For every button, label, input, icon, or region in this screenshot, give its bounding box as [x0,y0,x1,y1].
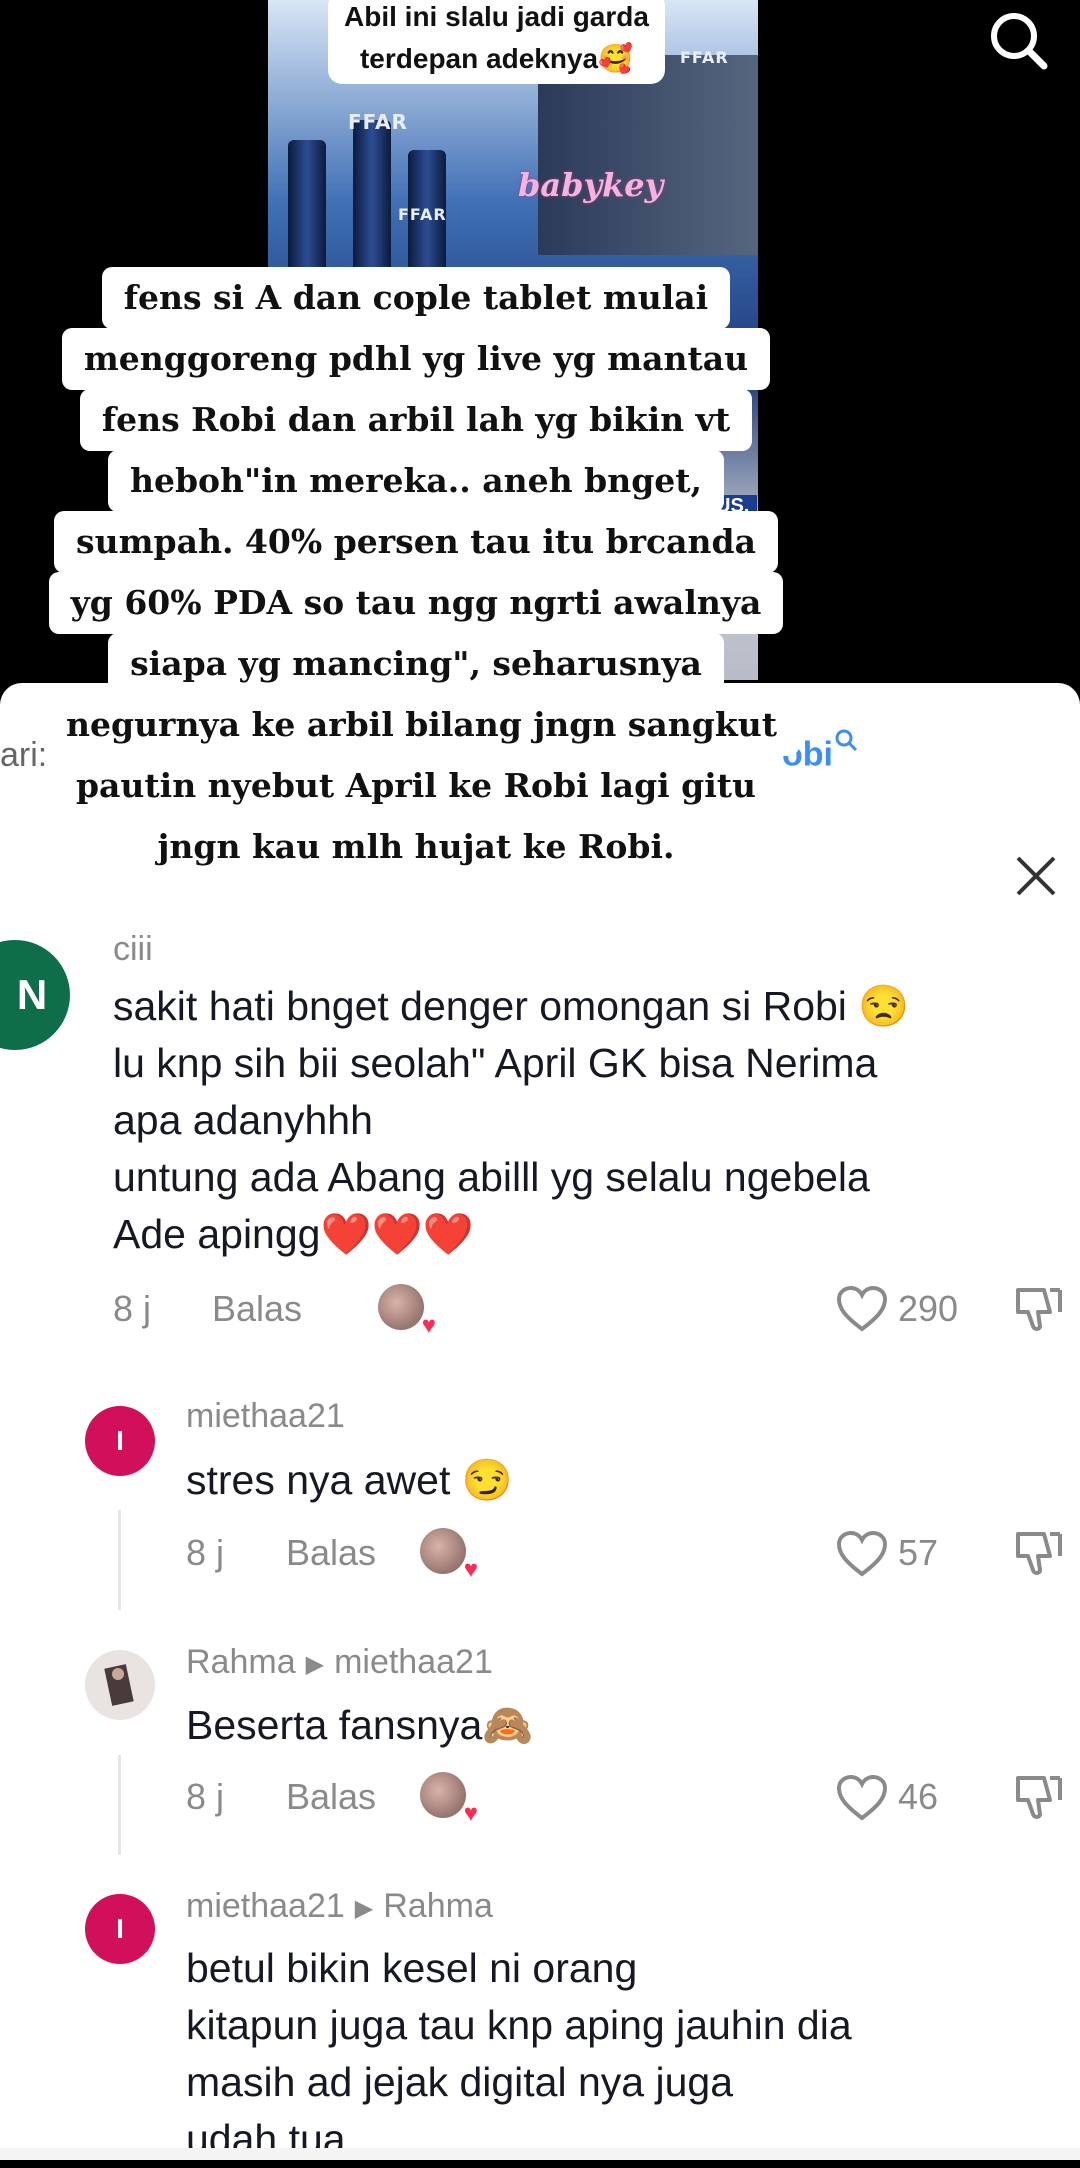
heart-icon: ♥ [463,1556,478,1583]
like-count: 46 [898,1776,939,1817]
creator-liked-avatar: ♥ [420,1772,478,1826]
avatar[interactable] [85,1650,155,1720]
comment-text-line: apa adanyhhh [113,1097,373,1143]
comment-text: sakit hati bnget denger omongan si Robi … [113,978,909,1263]
like-count: 57 [898,1532,939,1573]
brand-logo: FFAR [680,48,729,67]
user-photo-icon [104,1664,134,1706]
comment-time: 8 j [113,1288,152,1329]
username-link[interactable]: Rahma [186,1643,296,1681]
overlay-line: heboh"in mereka.. aneh bnget, [107,450,724,512]
search-button[interactable] [984,6,1052,74]
video-caption: Abil ini slalu jadi garda terdepan adekn… [328,0,665,84]
product-shelf [538,55,758,255]
reply-button[interactable]: Balas [212,1288,302,1330]
search-icon [835,729,858,752]
comment-username: miethaa21 ▶ Rahma [186,1887,493,1926]
overlay-line: fens Robi dan arbil lah yg bikin vt [79,389,753,451]
comment-text-line: stres nya awet 😏 [186,1457,513,1503]
creator-liked-avatar: ♥ [378,1284,436,1338]
product-bottle [353,120,391,280]
bottom-edge [0,2148,1080,2160]
avatar-letter: I [116,1913,124,1944]
thread-line [118,1755,121,1855]
comment-text-line: sakit hati bnget denger omongan si Robi … [113,983,910,1029]
avatar-letter: N [16,971,48,1018]
comment-text-line: untung ada Abang abilll yg selalu ngebel… [113,1154,870,1200]
overlay-line: yg 60% PDA so tau ngg ngrti awalnya [48,572,784,634]
brand-logo: FFAR [348,110,408,134]
comment-text-line: betul bikin kesel ni orang [186,1945,638,1991]
video-watermark: babykey [518,166,664,204]
overlay-line: sumpah. 40% persen tau itu brcanda [54,511,778,573]
overlay-line: siapa yg mancing", seharusnya [108,633,724,695]
overlay-line: jngn kau mlh hujat ke Robi. [135,816,697,878]
heart-outline-icon[interactable] [836,1285,888,1333]
reply-arrow-icon: ▶ [305,1650,325,1678]
creator-liked-avatar: ♥ [420,1528,478,1582]
heart-icon: ♥ [421,1312,436,1339]
close-icon [1016,856,1056,896]
search-icon [991,13,1048,70]
comment-text-line: Ade apingg❤️❤️❤️ [113,1211,474,1257]
close-button[interactable] [1014,854,1058,898]
video-caption-line: terdepan adeknya🥰 [359,43,633,74]
comment-username[interactable]: miethaa21 [186,1397,345,1436]
thread-line [118,1510,121,1610]
brand-logo: FFAR [398,205,447,224]
avatar-letter: I [116,1425,124,1456]
comment-text-line: masih ad jejak digital nya juga [186,2059,733,2105]
reply-button[interactable]: Balas [286,1532,376,1574]
heart-icon: ♥ [463,1800,478,1827]
reply-arrow-icon: ▶ [354,1894,374,1922]
heart-outline-icon[interactable] [836,1530,888,1578]
avatar[interactable]: I [85,1894,155,1964]
video-caption-line: Abil ini slalu jadi garda [344,1,649,32]
reply-to-username[interactable]: miethaa21 [334,1643,493,1681]
comment-text-line: kitapun juga tau knp aping jauhin dia [186,2002,852,2048]
comments-sheet [0,683,1080,2160]
reply-button[interactable]: Balas [286,1776,376,1818]
comment-text-line: lu knp sih bii seolah" April GK bisa Ner… [113,1040,878,1086]
thumbs-down-icon[interactable] [1014,1284,1064,1334]
overlay-line: fens si A dan cople tablet mulai [101,267,731,329]
overlay-line: pautin nyebut April ke Robi lagi gitu [53,755,779,817]
reply-to-username[interactable]: Rahma [383,1887,493,1925]
comment-text: Beserta fansnya🙈 [186,1697,533,1754]
like-count: 290 [898,1288,959,1329]
comment-username: Rahma ▶ miethaa21 [186,1643,493,1682]
comment-time: 8 j [186,1776,225,1817]
comment-text: stres nya awet 😏 [186,1452,513,1509]
comment-text-line: Beserta fansnya🙈 [186,1702,534,1748]
text-sticker-overlay: fens si A dan cople tablet mulai menggor… [44,267,799,878]
thumbs-down-icon[interactable] [1014,1772,1064,1822]
comment-time: 8 j [186,1532,225,1573]
overlay-line: negurnya ke arbil bilang jngn sangkut [44,694,799,756]
overlay-line: menggoreng pdhl yg live yg mantau [61,328,771,390]
comment-text: betul bikin kesel ni orang kitapun juga … [186,1940,852,2168]
avatar[interactable]: I [85,1406,155,1476]
header-prefix: ari: [0,736,48,774]
product-bottle [288,140,326,270]
thumbs-down-icon[interactable] [1014,1528,1064,1578]
heart-outline-icon[interactable] [836,1774,888,1822]
comment-username[interactable]: ciii [113,930,153,969]
username-link[interactable]: miethaa21 [186,1887,345,1925]
